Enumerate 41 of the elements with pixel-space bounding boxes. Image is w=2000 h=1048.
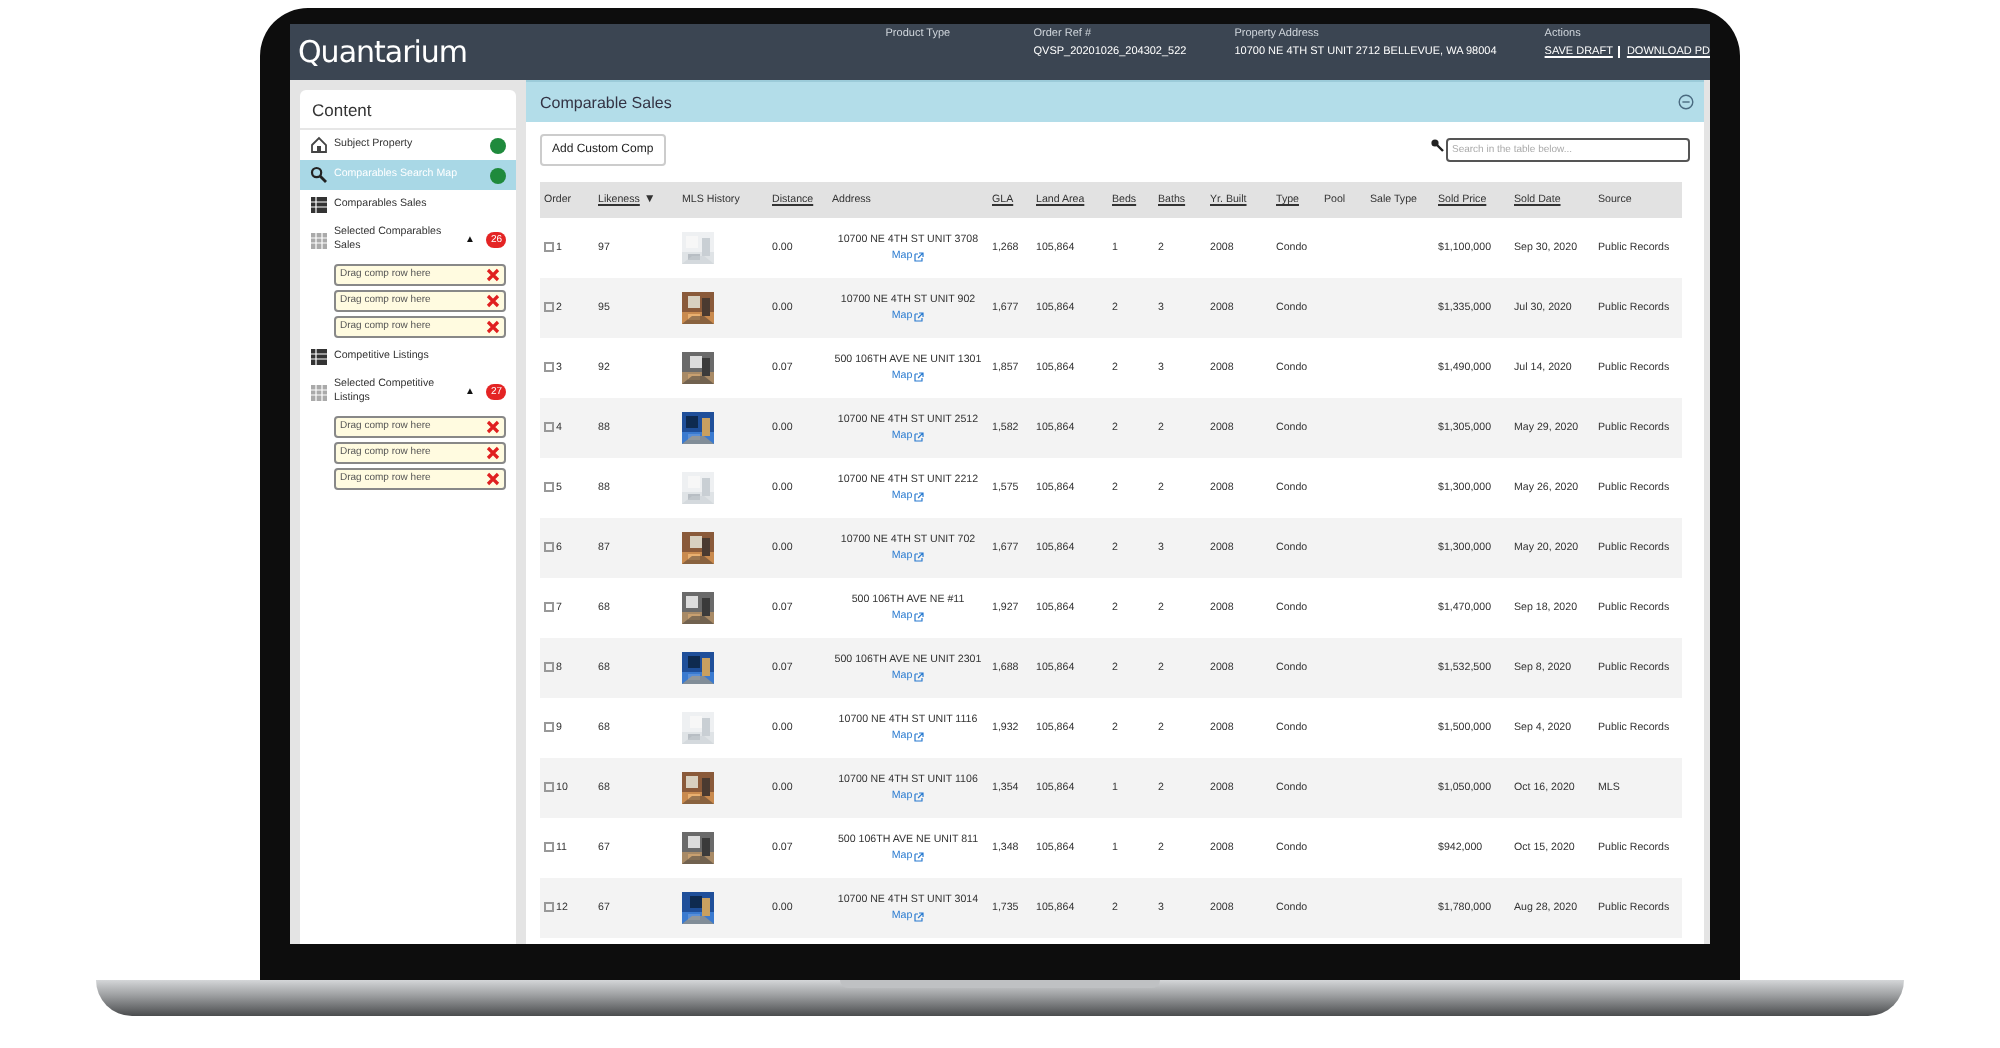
external-link-icon: [914, 851, 925, 861]
remove-icon: [486, 445, 500, 460]
remove-icon: [486, 267, 500, 282]
row-checkbox[interactable]: [544, 362, 554, 373]
row-checkbox[interactable]: [544, 242, 554, 253]
row-checkbox[interactable]: [544, 722, 554, 733]
external-link-icon: [914, 731, 925, 741]
remove-icon: [486, 419, 500, 434]
row-checkbox[interactable]: [544, 602, 554, 613]
external-link-icon: [914, 491, 925, 501]
row-checkbox[interactable]: [544, 422, 554, 433]
search-icon: [310, 166, 328, 184]
logo: Quantarium: [298, 32, 468, 74]
external-link-icon: [914, 911, 925, 921]
grid-icon: [310, 231, 328, 250]
external-link-icon: [914, 371, 925, 381]
collapse-icon: [1678, 94, 1694, 110]
row-checkbox[interactable]: [544, 782, 554, 793]
search-icon: [1430, 138, 1444, 152]
external-link-icon: [914, 671, 925, 681]
external-link-icon: [914, 311, 925, 321]
external-link-icon: [914, 791, 925, 801]
row-checkbox[interactable]: [544, 842, 554, 853]
row-checkbox[interactable]: [544, 302, 554, 313]
row-checkbox[interactable]: [544, 542, 554, 553]
external-link-icon: [914, 251, 925, 261]
sidebar-title: Content: [300, 90, 516, 130]
panel-title: Comparable Sales: [540, 93, 672, 111]
external-link-icon: [914, 431, 925, 441]
grid-icon: [310, 347, 328, 366]
external-link-icon: [914, 611, 925, 621]
row-checkbox[interactable]: [544, 482, 554, 493]
remove-icon: [486, 293, 500, 308]
external-link-icon: [914, 551, 925, 561]
row-checkbox[interactable]: [544, 902, 554, 913]
remove-icon: [486, 471, 500, 486]
row-checkbox[interactable]: [544, 662, 554, 673]
grid-icon: [310, 196, 328, 214]
remove-icon: [486, 319, 500, 334]
grid-icon: [310, 383, 328, 402]
home-icon: [310, 136, 328, 154]
